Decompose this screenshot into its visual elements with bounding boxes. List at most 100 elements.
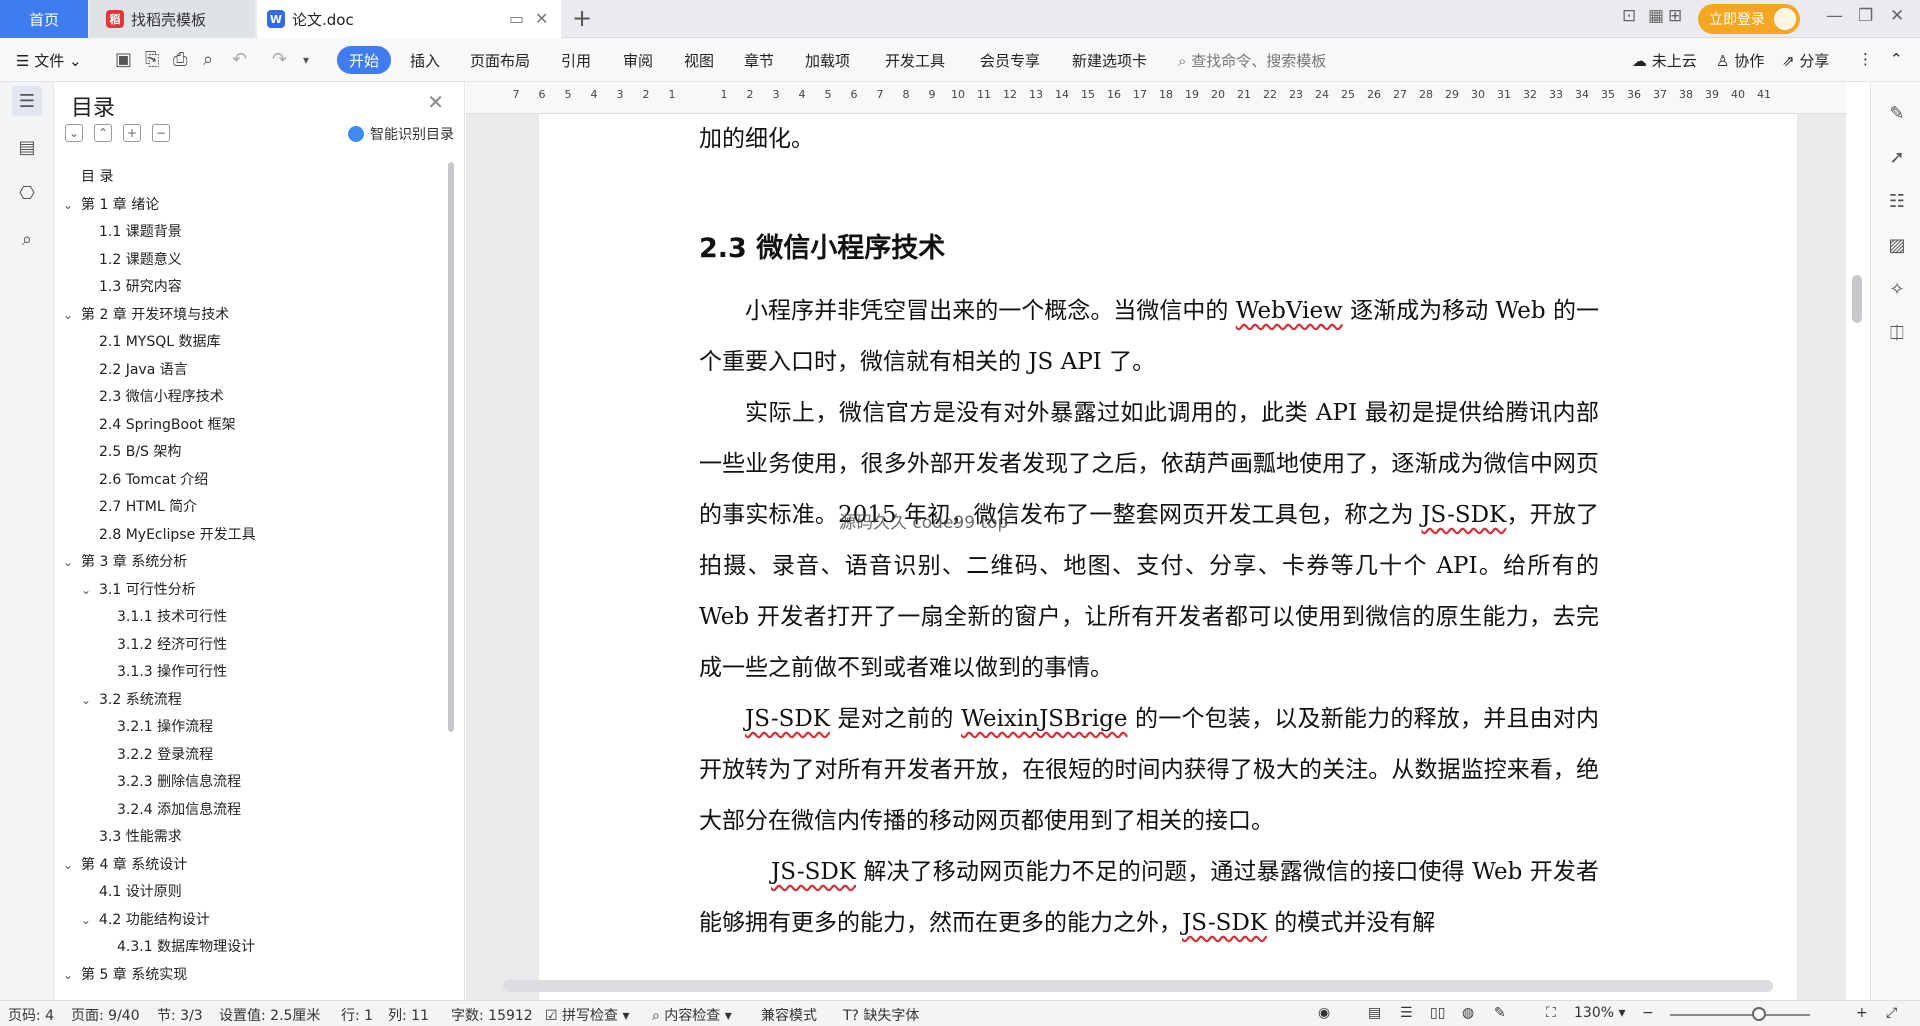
chevron-down-icon[interactable]: ⌄	[63, 302, 77, 328]
toc-item[interactable]: ⌄ 第 5 章 系统实现	[63, 962, 187, 988]
tab-templates[interactable]: 稻 找稻壳模板	[90, 0, 255, 38]
toc-item[interactable]: 2.4 SpringBoot 框架	[99, 412, 236, 438]
share-button[interactable]: ⇗ 分享	[1782, 50, 1829, 71]
toc-item[interactable]: 2.3 微信小程序技术	[99, 384, 224, 410]
more-options-icon[interactable]: ⋮	[1858, 50, 1873, 68]
chevron-down-icon[interactable]: ⌄	[63, 962, 77, 988]
toc-item[interactable]: 2.8 MyEclipse 开发工具	[99, 522, 256, 548]
missing-font-button[interactable]: T? 缺失字体	[843, 1005, 919, 1025]
outline-view-icon[interactable]: ☰	[1400, 1005, 1413, 1021]
new-tab-button[interactable]: +	[572, 4, 592, 32]
toc-item[interactable]: 3.3 性能需求	[99, 824, 182, 850]
horizontal-scrollbar[interactable]	[503, 980, 1773, 992]
eye-protect-icon[interactable]: ◉	[1318, 1005, 1330, 1021]
print-preview-icon[interactable]: ⌕	[203, 49, 213, 70]
chevron-down-icon[interactable]: ⌄	[63, 192, 77, 218]
menu-insert[interactable]: 插入	[410, 50, 440, 71]
close-window-icon[interactable]: ✕	[1890, 6, 1904, 26]
cloud-status[interactable]: ☁ 未上云	[1632, 50, 1697, 71]
zoom-out-button[interactable]: −	[1642, 1005, 1654, 1021]
toc-item[interactable]: 3.1.1 技术可行性	[117, 604, 227, 630]
sliders-icon[interactable]: ☷	[1884, 188, 1910, 214]
toc-item[interactable]: ⌄ 第 3 章 系统分析	[63, 549, 187, 575]
reader-mode-icon[interactable]: ⊡	[1622, 6, 1636, 26]
toc-item[interactable]: 3.2.2 登录流程	[117, 742, 213, 768]
menu-member[interactable]: 会员专享	[980, 50, 1040, 71]
toc-item[interactable]: ⌄ 4.2 功能结构设计	[81, 907, 210, 933]
add-heading-icon[interactable]: +	[123, 124, 141, 142]
status-page[interactable]: 页面: 9/40	[71, 1005, 140, 1025]
image-edit-icon[interactable]: ▨	[1884, 232, 1910, 258]
tab-home[interactable]: 首页	[0, 0, 88, 38]
toc-item[interactable]: 3.1.3 操作可行性	[117, 659, 227, 685]
reading-view-icon[interactable]: ▯▯	[1430, 1005, 1445, 1021]
document-page[interactable]: 加的细化。 2.3 微信小程序技术 小程序并非凭空冒出来的一个概念。当微信中的 …	[539, 114, 1797, 1026]
toc-item[interactable]: 1.1 课题背景	[99, 219, 182, 245]
toc-item[interactable]: 4.3.1 数据库物理设计	[117, 934, 255, 960]
toc-item[interactable]: 1.2 课题意义	[99, 247, 182, 273]
toc-icon[interactable]: ☰	[12, 86, 42, 116]
search-icon[interactable]: ⌕	[12, 224, 42, 254]
menu-start[interactable]: 开始	[337, 46, 391, 74]
smart-toc-button[interactable]: 智能识别目录	[348, 124, 454, 144]
spell-check-button[interactable]: ☑ 拼写检查 ▾	[545, 1005, 630, 1025]
menu-addins[interactable]: 加载项	[805, 50, 850, 71]
zoom-slider[interactable]	[1670, 1014, 1810, 1016]
save-icon[interactable]: ▣	[115, 49, 132, 70]
quick-access-dropdown-icon[interactable]: ▾	[303, 53, 309, 67]
write-mode-icon[interactable]: ✎	[1494, 1005, 1506, 1021]
toc-item[interactable]: ⌄ 第 1 章 绪论	[63, 192, 159, 218]
export-pdf-icon[interactable]: ⎘	[145, 49, 159, 70]
zoom-slider-handle[interactable]	[1752, 1007, 1766, 1021]
undo-icon[interactable]: ↶	[232, 49, 247, 70]
toc-scrollbar[interactable]	[448, 162, 454, 732]
minimize-icon[interactable]: —	[1826, 6, 1843, 26]
toc-item[interactable]: ⌄ 3.1 可行性分析	[81, 577, 196, 603]
close-tab-icon[interactable]: ✕	[535, 9, 548, 28]
toc-item[interactable]: 2.1 MYSQL 数据库	[99, 329, 221, 355]
chevron-down-icon[interactable]: ⌄	[63, 852, 77, 878]
toc-item[interactable]: 2.7 HTML 简介	[99, 494, 197, 520]
login-button[interactable]: 立即登录	[1698, 4, 1800, 34]
menu-section[interactable]: 章节	[744, 50, 774, 71]
menu-page-layout[interactable]: 页面布局	[470, 50, 530, 71]
layout-icon[interactable]: ▦	[1648, 6, 1664, 26]
book-search-icon[interactable]: ⎅	[1884, 320, 1910, 346]
chevron-down-icon[interactable]: ⌄	[63, 549, 77, 575]
fit-page-icon[interactable]: ⛶	[1546, 1005, 1556, 1021]
select-cursor-icon[interactable]: ➚	[1884, 144, 1910, 170]
bookmark-icon[interactable]: ⎔	[12, 178, 42, 208]
toc-item[interactable]: ⌄ 第 4 章 系统设计	[63, 852, 187, 878]
chevron-down-icon[interactable]: ⌄	[81, 907, 95, 933]
page-view-icon[interactable]: ▤	[1368, 1005, 1381, 1021]
horizontal-ruler[interactable]: 7 6 5 4 3 2 1 1 2 3 4 5 6 7 8 9 10 11 12 13 14 15 16 17 18 19 20 21…	[466, 82, 1846, 114]
magic-icon[interactable]: ✧	[1884, 276, 1910, 302]
tab-document[interactable]: W 论文.doc ▭ ✕	[257, 0, 561, 38]
folder-icon[interactable]: ▤	[12, 132, 42, 162]
expand-all-icon[interactable]: ⌄	[65, 124, 83, 142]
toc-item[interactable]: 目 录	[81, 164, 113, 190]
menu-view[interactable]: 视图	[684, 50, 714, 71]
toc-item[interactable]: 1.3 研究内容	[99, 274, 182, 300]
pen-icon[interactable]: ✎	[1884, 100, 1910, 126]
toc-item[interactable]: 2.6 Tomcat 介绍	[99, 467, 208, 493]
zoom-level[interactable]: 130% ▾	[1574, 1005, 1626, 1021]
toc-item[interactable]: 2.5 B/S 架构	[99, 439, 181, 465]
apps-icon[interactable]: ⊞	[1668, 6, 1682, 26]
toc-item[interactable]: 4.1 设计原则	[99, 879, 182, 905]
chevron-down-icon[interactable]: ⌄	[81, 577, 95, 603]
toc-item[interactable]: 3.2.1 操作流程	[117, 714, 213, 740]
collaborate-button[interactable]: ♙ 协作	[1716, 50, 1764, 71]
menu-review[interactable]: 审阅	[623, 50, 653, 71]
fullscreen-icon[interactable]: ⤢	[1886, 1005, 1897, 1021]
toc-item[interactable]: 3.2.3 删除信息流程	[117, 769, 241, 795]
collapse-all-icon[interactable]: ⌃	[94, 124, 112, 142]
zoom-in-button[interactable]: +	[1856, 1005, 1868, 1021]
file-menu[interactable]: ☰ 文件 ⌄	[16, 50, 82, 71]
web-view-icon[interactable]: ◍	[1462, 1005, 1474, 1021]
collapse-ribbon-icon[interactable]: ⌃	[1890, 50, 1903, 68]
toc-item[interactable]: ⌄ 3.2 系统流程	[81, 687, 182, 713]
menu-dev-tools[interactable]: 开发工具	[885, 50, 945, 71]
redo-icon[interactable]: ↷	[272, 49, 287, 70]
toc-item[interactable]: 3.2.4 添加信息流程	[117, 797, 241, 823]
